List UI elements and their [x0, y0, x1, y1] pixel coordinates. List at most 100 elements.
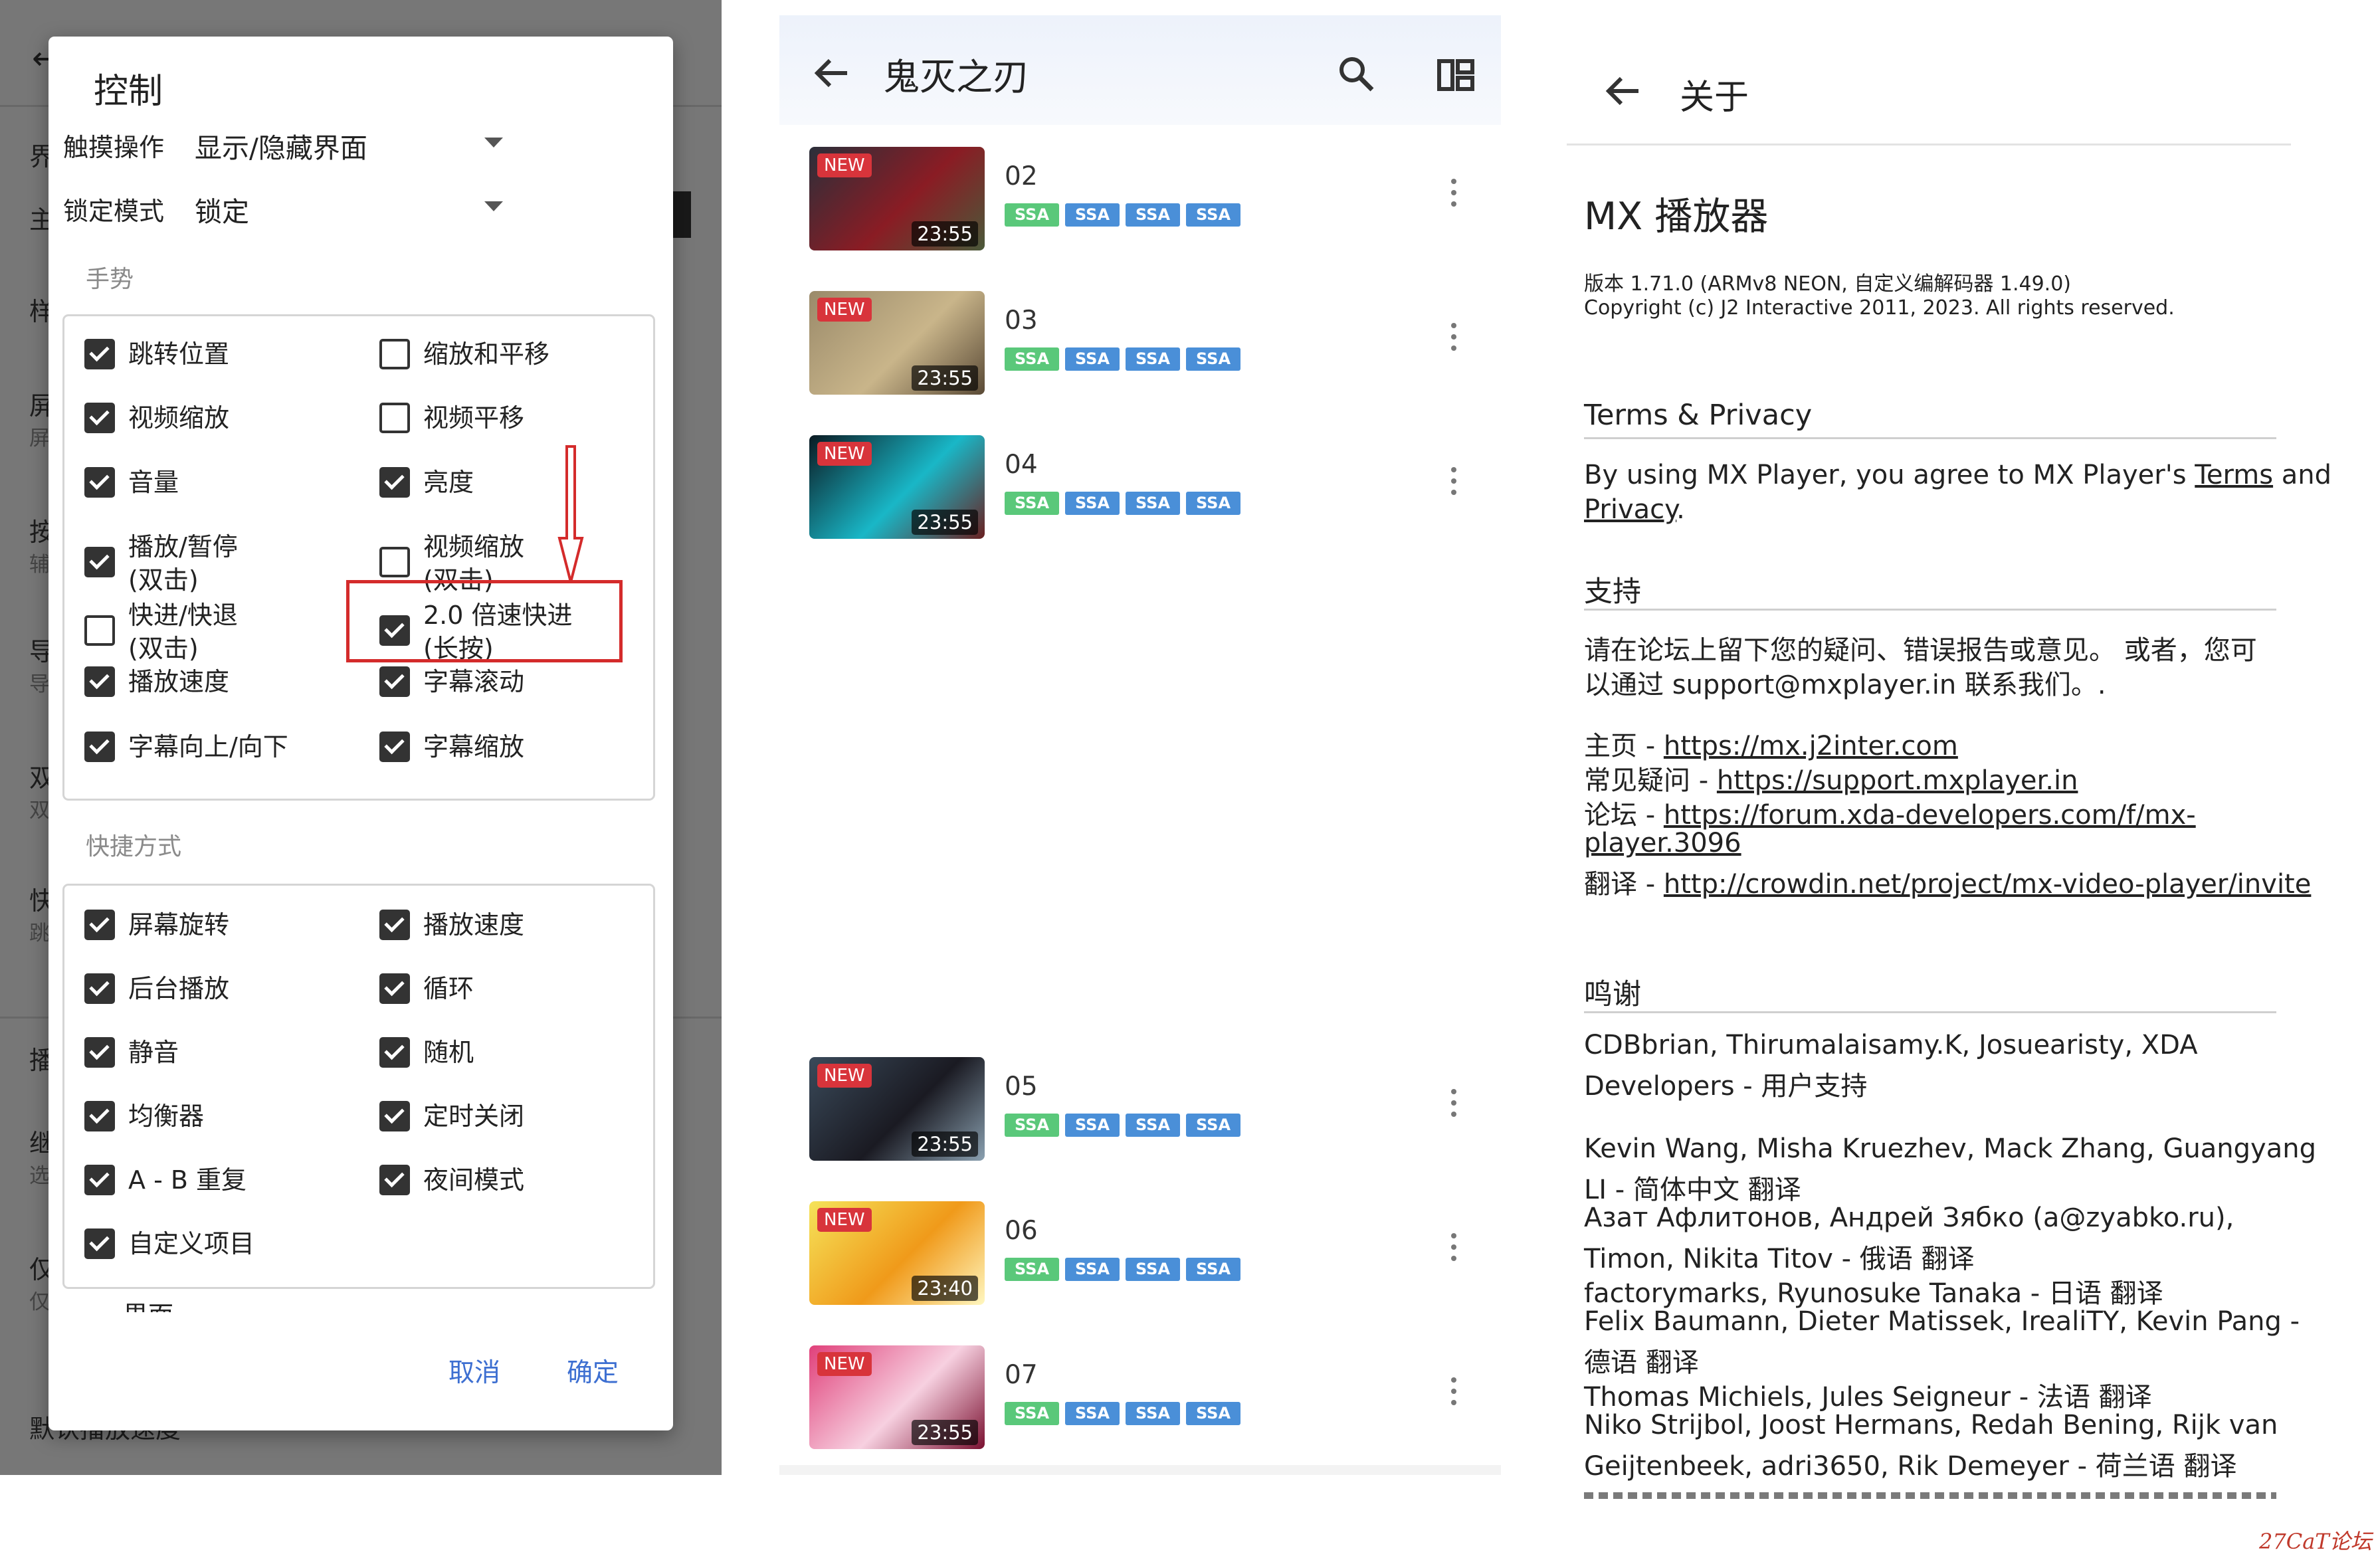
layout-grid-icon[interactable] — [1437, 59, 1474, 91]
chevron-down-icon — [484, 138, 503, 147]
checkbox-item[interactable]: 屏幕旋转 — [84, 910, 357, 976]
checkbox-checked-icon[interactable] — [379, 1101, 410, 1131]
checkbox-item[interactable]: 后台播放 — [84, 973, 357, 1040]
checkbox-item[interactable]: 播放速度 — [84, 666, 357, 733]
checkbox-unchecked-icon[interactable] — [379, 403, 410, 433]
homepage-link[interactable]: https://mx.j2inter.com — [1664, 731, 1958, 761]
support-text-line1: 请在论坛上留下您的疑问、错误报告或意见。 或者，您可 — [1584, 635, 2257, 666]
checkbox-label: A - B 重复 — [128, 1165, 247, 1195]
checkbox-checked-icon[interactable] — [379, 1165, 410, 1195]
more-vert-icon[interactable] — [1451, 1089, 1458, 1124]
checkbox-item[interactable]: 字幕向上/向下 — [84, 732, 357, 798]
checkbox-item[interactable]: 静音 — [84, 1037, 357, 1104]
checkbox-checked-icon[interactable] — [84, 1037, 115, 1068]
checkbox-item[interactable]: 视频平移 — [379, 403, 652, 469]
checkbox-checked-icon[interactable] — [84, 910, 115, 940]
more-vert-icon[interactable] — [1451, 1377, 1458, 1412]
ssa-badge: SSA — [1065, 347, 1120, 371]
checkbox-checked-icon[interactable] — [84, 339, 115, 369]
confirm-button[interactable]: 确定 — [567, 1352, 619, 1389]
faq-link[interactable]: https://support.mxplayer.in — [1717, 765, 2078, 796]
checkbox-item[interactable]: 均衡器 — [84, 1101, 357, 1167]
checkbox-checked-icon[interactable] — [84, 973, 115, 1004]
privacy-link[interactable]: Privacy — [1584, 494, 1676, 525]
forum-link[interactable]: https://forum.xda-developers.com/f/mx- — [1664, 800, 2196, 831]
more-vert-icon[interactable] — [1451, 1233, 1458, 1268]
checkbox-checked-icon[interactable] — [84, 1101, 115, 1131]
checkbox-item[interactable]: 缩放和平移 — [379, 339, 652, 405]
more-vert-icon[interactable] — [1451, 323, 1458, 357]
checkbox-item[interactable]: 音量 — [84, 467, 357, 534]
checkbox-item[interactable]: 亮度 — [379, 467, 652, 534]
checkbox-checked-icon[interactable] — [379, 666, 410, 697]
checkbox-unchecked-icon[interactable] — [379, 547, 410, 577]
checkbox-checked-icon[interactable] — [84, 547, 115, 577]
checkbox-item[interactable]: 定时关闭 — [379, 1101, 652, 1167]
video-thumbnail[interactable]: NEW 23:55 — [809, 291, 985, 395]
video-thumbnail[interactable]: NEW 23:55 — [809, 147, 985, 250]
video-thumbnail[interactable]: NEW 23:55 — [809, 435, 985, 539]
more-vert-icon[interactable] — [1451, 179, 1458, 213]
video-thumbnail[interactable]: NEW 23:40 — [809, 1201, 985, 1305]
checkbox-unchecked-icon[interactable] — [379, 339, 410, 369]
checkbox-checked-icon[interactable] — [379, 732, 410, 762]
checkbox-item[interactable]: 播放速度 — [379, 910, 652, 976]
checkbox-label: 播放速度 — [423, 910, 525, 939]
checkbox-item[interactable]: 视频缩放 — [84, 403, 357, 469]
checkbox-label: 屏幕旋转 — [128, 910, 230, 939]
new-badge: NEW — [817, 1352, 872, 1376]
lock-mode-dropdown[interactable]: 锁定 — [195, 180, 514, 233]
checkbox-label: 字幕滚动 — [423, 667, 525, 696]
checkbox-checked-icon[interactable] — [84, 1228, 115, 1259]
episode-row[interactable]: NEW 23:55 02 SSA SSA SSA SSA — [809, 147, 1474, 253]
episode-row[interactable]: NEW 23:55 03 SSA SSA SSA SSA — [809, 291, 1474, 397]
episode-row[interactable]: NEW 23:55 07 SSA SSA SSA SSA — [809, 1345, 1474, 1452]
checkbox-checked-icon[interactable] — [379, 467, 410, 498]
checkbox-item[interactable]: 夜间模式 — [379, 1165, 652, 1231]
duration-label: 23:55 — [912, 365, 978, 391]
more-vert-icon[interactable] — [1451, 467, 1458, 502]
new-badge: NEW — [817, 298, 872, 322]
video-thumbnail[interactable]: NEW 23:55 — [809, 1345, 985, 1449]
checkbox-label-line2: (双击) — [128, 565, 199, 595]
support-divider — [1584, 609, 2276, 611]
gestures-section-label: 手势 — [86, 266, 134, 293]
checkbox-checked-icon[interactable] — [84, 666, 115, 697]
terms-link[interactable]: Terms — [2195, 460, 2273, 490]
checkbox-item[interactable]: 快进/快退 (双击) — [84, 601, 357, 667]
checkbox-item[interactable]: A - B 重复 — [84, 1165, 357, 1231]
checkbox-checked-icon[interactable] — [379, 1037, 410, 1068]
checkbox-item[interactable]: 自定义项目 — [84, 1228, 357, 1295]
list-bottom-edge — [779, 1465, 1501, 1475]
forum-link-cont[interactable]: player.3096 — [1584, 828, 1741, 858]
touch-action-dropdown[interactable]: 显示/隐藏界面 — [195, 116, 514, 169]
homepage-label: 主页 - — [1584, 731, 1664, 761]
lock-mode-label: 锁定模式 — [63, 197, 165, 226]
checkbox-label-line2: (双击) — [128, 634, 199, 663]
arrow-left-icon[interactable] — [1605, 76, 1641, 106]
search-icon[interactable] — [1337, 55, 1375, 92]
episode-row[interactable]: NEW 23:55 04 SSA SSA SSA SSA — [809, 435, 1474, 541]
checkbox-item[interactable]: 循环 — [379, 973, 652, 1040]
checkbox-checked-icon[interactable] — [84, 1165, 115, 1195]
checkbox-checked-icon[interactable] — [84, 403, 115, 433]
checkbox-checked-icon[interactable] — [84, 732, 115, 762]
checkbox-item[interactable]: 播放/暂停 (双击) — [84, 532, 357, 599]
checkbox-item[interactable]: 字幕缩放 — [379, 732, 652, 798]
checkbox-checked-icon[interactable] — [379, 973, 410, 1004]
episode-row[interactable]: NEW 23:55 05 SSA SSA SSA SSA — [809, 1057, 1474, 1163]
checkbox-item[interactable]: 跳转位置 — [84, 339, 357, 405]
arrow-left-icon[interactable] — [814, 58, 850, 88]
cancel-button[interactable]: 取消 — [448, 1352, 500, 1389]
checkbox-item[interactable]: 字幕滚动 — [379, 666, 652, 733]
checkbox-item[interactable]: 随机 — [379, 1037, 652, 1104]
checkbox-checked-icon[interactable] — [379, 910, 410, 940]
episode-row[interactable]: NEW 23:40 06 SSA SSA SSA SSA — [809, 1201, 1474, 1308]
checkbox-checked-icon[interactable] — [84, 467, 115, 498]
annotation-arrow-icon — [557, 445, 584, 583]
ssa-badge: SSA — [1186, 347, 1240, 371]
video-thumbnail[interactable]: NEW 23:55 — [809, 1057, 985, 1161]
checkbox-unchecked-icon[interactable] — [84, 615, 115, 646]
credits-line: Geijtenbeek, adri3650, Rik Demeyer - 荷兰语… — [1584, 1451, 2237, 1482]
translate-link[interactable]: http://crowdin.net/project/mx-video-play… — [1664, 869, 2311, 900]
